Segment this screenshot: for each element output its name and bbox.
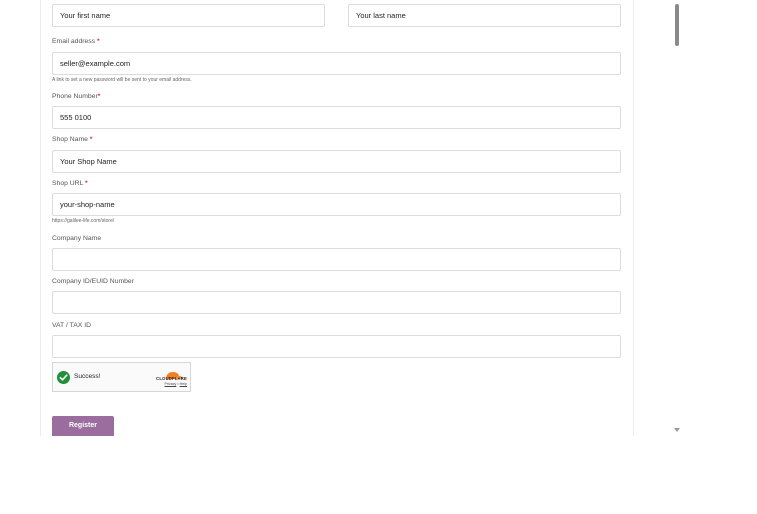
company-id-input[interactable] [52,291,621,314]
email-label: Email address * [52,38,100,45]
phone-input[interactable]: 555 0100 [52,106,621,129]
cloudflare-captcha-widget[interactable]: Success! CLOUDFLARE Privacy • Help [52,362,191,392]
shop-url-hint: https://galilee-life.com/store/ [52,218,115,224]
shop-name-required-mark: * [89,136,93,143]
shop-name-label-text: Shop Name [52,136,88,143]
vat-label: VAT / TAX ID [52,322,92,329]
first-name-input[interactable]: Your first name [52,4,325,27]
scroll-down-arrow-icon[interactable] [674,428,680,432]
captcha-links: Privacy • Help [165,382,187,386]
email-hint: A link to set a new password will be sen… [52,77,192,83]
shop-url-input[interactable]: your-shop-name [52,193,621,216]
email-required-mark: * [96,38,100,45]
help-link[interactable]: Help [180,382,187,386]
shop-url-required-mark: * [85,180,88,187]
phone-label-text: Phone Number [52,93,98,100]
company-name-label: Company Name [52,235,102,242]
last-name-input[interactable]: Your last name [348,4,621,27]
phone-required-mark: * [97,93,101,100]
cloudflare-wordmark: CLOUDFLARE [156,376,187,381]
success-check-icon [57,371,70,384]
register-button[interactable]: Register [52,416,114,436]
shop-url-label-text: Shop URL [52,180,84,187]
email-input[interactable]: seller@example.com [52,52,621,75]
company-name-input[interactable] [52,248,621,271]
shop-url-label: Shop URL * [52,180,88,187]
email-label-text: Email address [52,38,96,45]
captcha-status-text: Success! [74,373,101,380]
phone-label: Phone Number* [52,93,100,100]
privacy-link[interactable]: Privacy [165,382,177,386]
page-viewport: Your first name Your last name Email add… [0,0,682,436]
link-separator: • [177,382,179,386]
shop-name-label: Shop Name * [52,136,92,143]
vat-input[interactable] [52,335,621,358]
scrollbar-thumb[interactable] [675,4,679,46]
company-id-label: Company ID/EUID Number [52,278,134,285]
shop-name-input[interactable]: Your Shop Name [52,150,621,173]
